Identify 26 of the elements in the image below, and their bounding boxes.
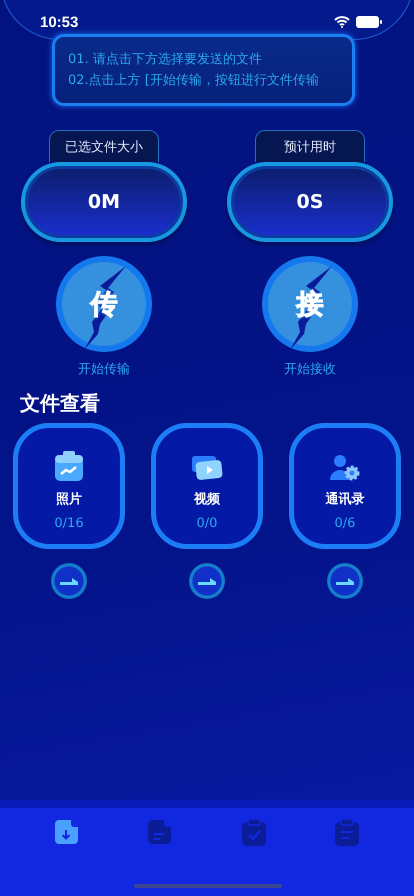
instruction-text: 02.点击上方 [开始传输，按钮进行文件传输 [68,72,320,90]
contact-settings-icon [329,454,361,482]
arrow-icon [336,577,354,585]
stat-label: 预计用时 [255,130,365,162]
arrow-button[interactable] [189,563,225,599]
arrow-button[interactable] [327,563,363,599]
status-time: 10:53 [40,14,78,30]
file-category-card[interactable]: 视频 0/0 [151,423,263,549]
arrow-icon [198,577,216,585]
clipboard-icon [333,818,362,848]
battery-icon [356,16,382,28]
section-title: 文件查看 [20,391,100,415]
wifi-icon [334,16,350,28]
file-category-card[interactable]: 通讯录 0/6 [289,423,401,549]
video-icon [191,454,223,482]
file-category-card[interactable]: 照片 0/16 [13,423,125,549]
arrow-button[interactable] [51,563,87,599]
stat-value: 0M [21,162,187,242]
instruction-text: 01. 请点击下方选择要发送的文件 [68,51,263,69]
photo-folder-icon [53,450,85,482]
action-label: 开始传输 [78,361,130,378]
arrow-icon [60,577,78,585]
action-label: 开始接收 [284,361,336,378]
stat-label: 已选文件大小 [49,130,159,162]
stat-value: 0S [227,162,393,242]
clipboard-check-icon [240,818,268,848]
